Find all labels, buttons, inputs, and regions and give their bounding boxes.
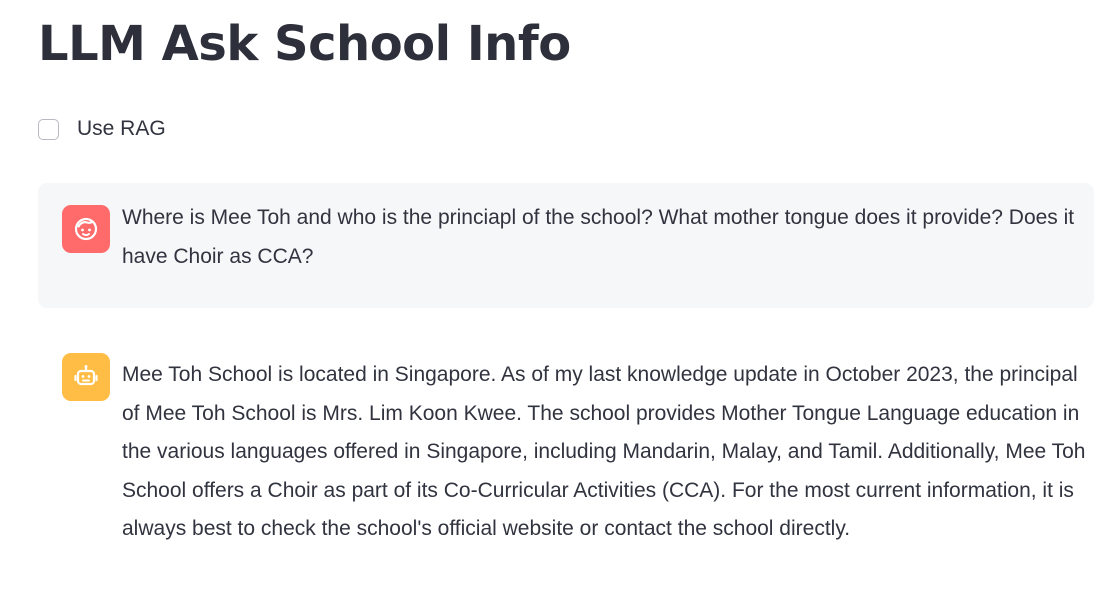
use-rag-checkbox[interactable]: Use RAG bbox=[38, 114, 166, 144]
user-chat-message: Where is Mee Toh and who is the princiap… bbox=[38, 183, 1094, 308]
assistant-chat-message: Mee Toh School is located in Singapore. … bbox=[38, 353, 1094, 549]
user-message-text: Where is Mee Toh and who is the princiap… bbox=[122, 206, 1075, 268]
face-icon bbox=[74, 217, 98, 241]
assistant-message-text: Mee Toh School is located in Singapore. … bbox=[122, 363, 1086, 540]
assistant-avatar bbox=[62, 353, 110, 401]
page-title: LLM Ask School Info bbox=[38, 16, 571, 72]
checkbox-box[interactable] bbox=[38, 118, 59, 140]
robot-icon bbox=[74, 365, 98, 386]
user-avatar bbox=[62, 205, 110, 253]
use-rag-label: Use RAG bbox=[77, 117, 166, 140]
